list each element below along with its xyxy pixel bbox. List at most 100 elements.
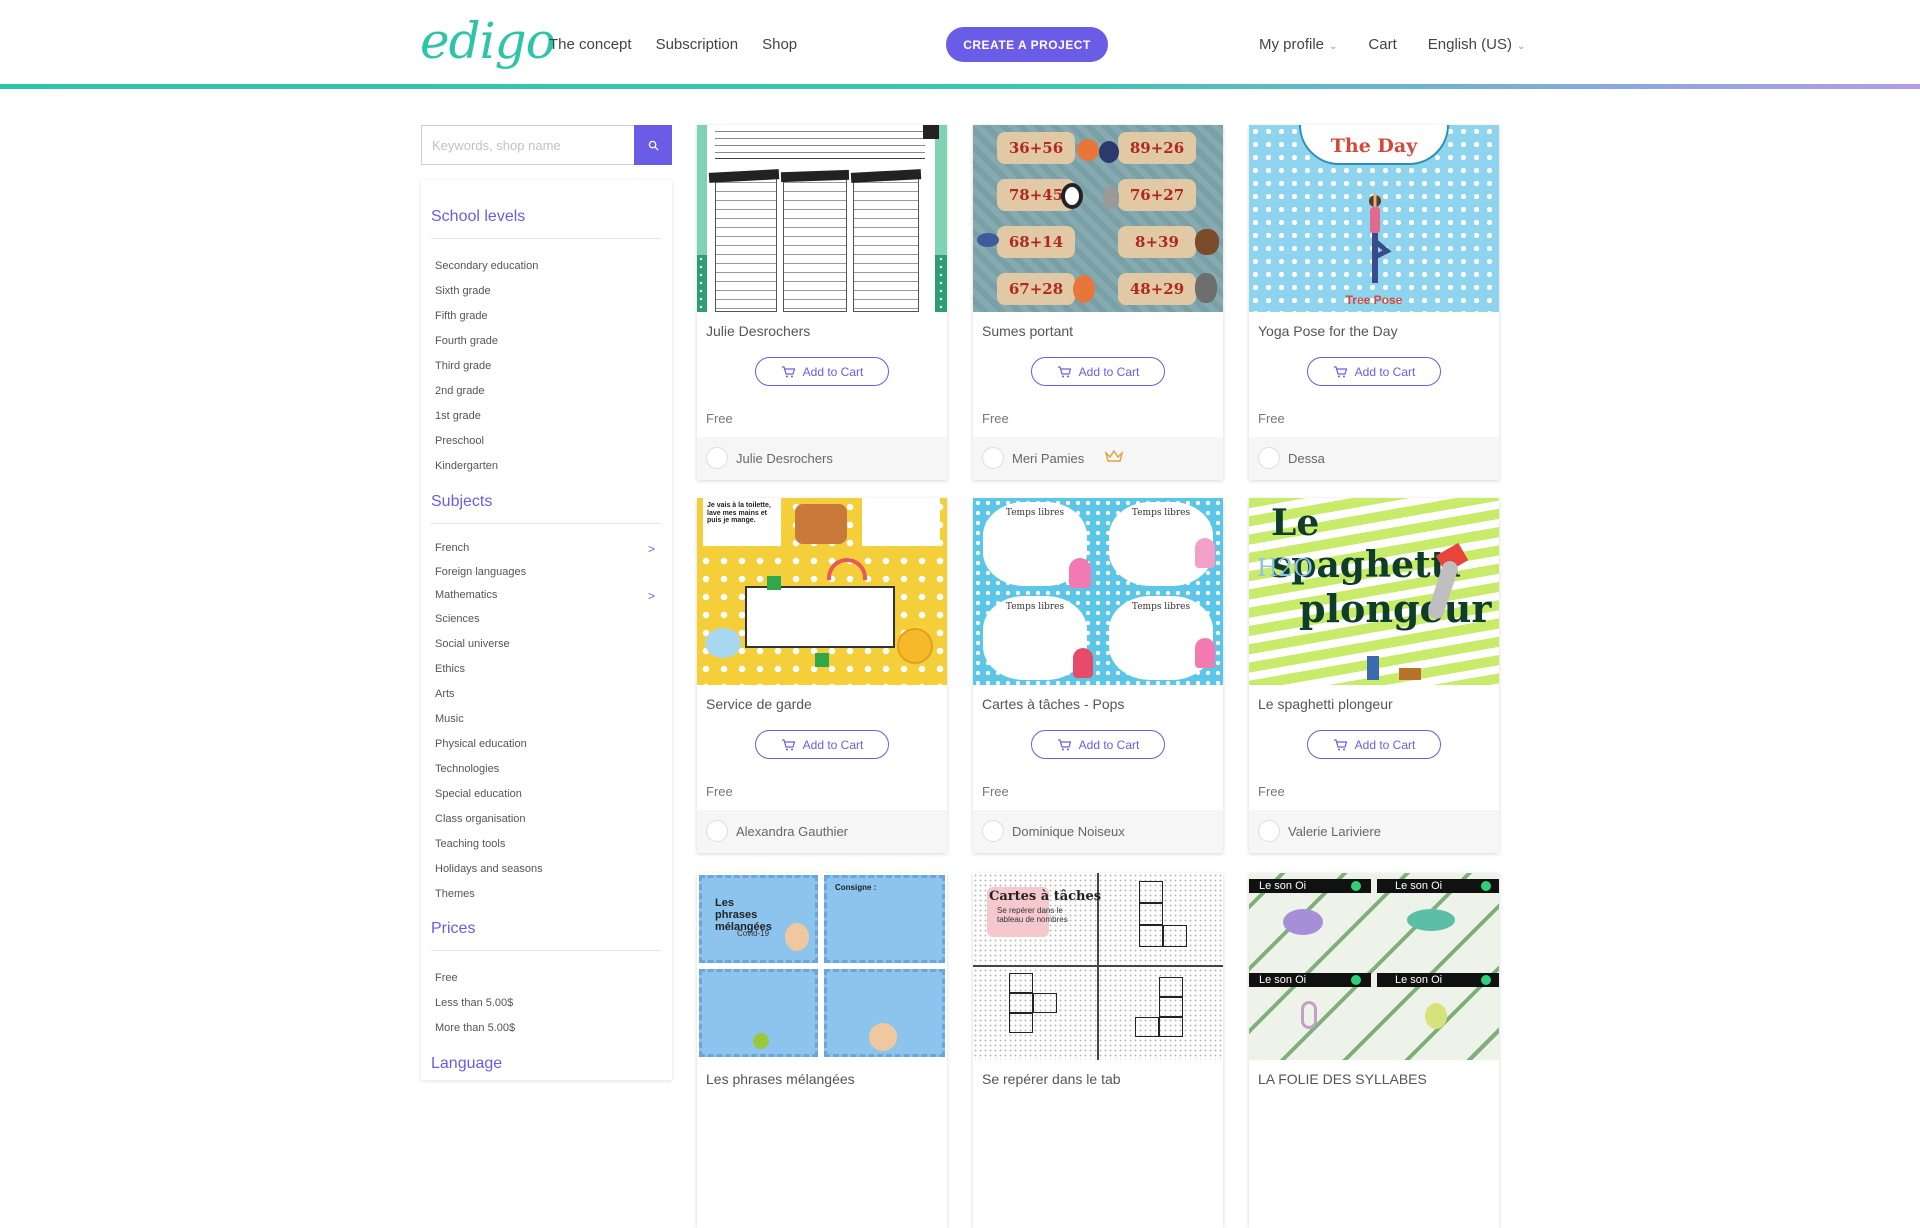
author-bar[interactable]: Meri Pamies xyxy=(973,437,1223,480)
filter-less-than-5[interactable]: Less than 5.00$ xyxy=(435,997,513,1009)
language-menu[interactable]: English (US) ⌄ xyxy=(1428,36,1526,53)
product-title[interactable]: Se repérer dans le tab xyxy=(982,1071,1121,1087)
product-title[interactable]: Les phrases mélangées xyxy=(706,1071,855,1087)
filter-sciences[interactable]: Sciences xyxy=(435,613,480,625)
product-title[interactable]: Julie Desrochers xyxy=(706,323,810,339)
add-to-cart-button[interactable]: Add to Cart xyxy=(1031,730,1165,759)
author-name[interactable]: Dessa xyxy=(1288,451,1325,466)
hedgehog-icon xyxy=(1099,141,1119,163)
filter-french[interactable]: French xyxy=(435,542,469,554)
divider xyxy=(431,523,661,524)
nav-subscription[interactable]: Subscription xyxy=(656,36,739,53)
filter-teaching-tools[interactable]: Teaching tools xyxy=(435,838,505,850)
chevron-down-icon: ⌄ xyxy=(1516,41,1526,52)
product-card[interactable]: Cartes à tâches Se repérer dans le table… xyxy=(973,873,1223,1228)
product-title[interactable]: Service de garde xyxy=(706,696,812,712)
cart-link[interactable]: Cart xyxy=(1368,36,1396,53)
filter-fourth-grade[interactable]: Fourth grade xyxy=(435,335,498,347)
math-card: 76+27 xyxy=(1118,179,1196,211)
filter-fifth-grade[interactable]: Fifth grade xyxy=(435,310,488,322)
crown-icon xyxy=(1104,449,1124,462)
phrases-title: Les phrases mélangées xyxy=(715,897,772,934)
filter-preschool[interactable]: Preschool xyxy=(435,435,484,447)
author-bar[interactable]: Valerie Lariviere xyxy=(1249,810,1499,853)
author-bar[interactable]: Dominique Noiseux xyxy=(973,810,1223,853)
filter-2nd-grade[interactable]: 2nd grade xyxy=(435,385,485,397)
phrases-consigne: Consigne : xyxy=(835,883,877,892)
product-card[interactable]: Le son Oi Le son Oi Le son Oi Le son Oi … xyxy=(1249,873,1499,1228)
filter-more-than-5[interactable]: More than 5.00$ xyxy=(435,1022,515,1034)
product-card[interactable]: Le spaghetti plongeur H2O Le spaghetti p… xyxy=(1249,498,1499,853)
product-thumbnail[interactable]: Le spaghetti plongeur H2O xyxy=(1249,498,1499,685)
product-thumbnail[interactable]: 36+56 89+26 78+45 76+27 68+14 8+39 67+28… xyxy=(973,125,1223,312)
filter-kindergarten[interactable]: Kindergarten xyxy=(435,460,498,472)
profile-menu[interactable]: My profile ⌄ xyxy=(1259,36,1337,53)
product-price: Free xyxy=(706,784,733,799)
cart-icon xyxy=(781,738,795,750)
product-thumbnail[interactable] xyxy=(697,125,947,312)
product-card[interactable]: 36+56 89+26 78+45 76+27 68+14 8+39 67+28… xyxy=(973,125,1223,480)
create-project-button[interactable]: CREATE A PROJECT xyxy=(946,27,1108,62)
filter-class-organisation[interactable]: Class organisation xyxy=(435,813,526,825)
logo[interactable]: edigo xyxy=(420,12,556,70)
author-name[interactable]: Meri Pamies xyxy=(1012,451,1084,466)
expand-french-icon[interactable]: > xyxy=(648,542,655,556)
nav-concept[interactable]: The concept xyxy=(549,36,632,53)
syllabes-label: Le son Oi xyxy=(1259,880,1307,892)
add-to-cart-button[interactable]: Add to Cart xyxy=(1031,357,1165,386)
author-name[interactable]: Julie Desrochers xyxy=(736,451,833,466)
author-bar[interactable]: Julie Desrochers xyxy=(697,437,947,480)
product-thumbnail[interactable]: Temps libres Temps libres Temps libres T… xyxy=(973,498,1223,685)
filter-foreign-languages[interactable]: Foreign languages xyxy=(435,566,526,578)
spaghetti-subtitle: plongeur xyxy=(1299,586,1492,631)
author-name[interactable]: Alexandra Gauthier xyxy=(736,824,848,839)
author-name[interactable]: Dominique Noiseux xyxy=(1012,824,1125,839)
add-to-cart-button[interactable]: Add to Cart xyxy=(1307,357,1441,386)
filter-physical-education[interactable]: Physical education xyxy=(435,738,527,750)
filter-secondary[interactable]: Secondary education xyxy=(435,260,538,272)
profile-label: My profile xyxy=(1259,36,1325,53)
search-button[interactable] xyxy=(634,125,672,165)
filter-1st-grade[interactable]: 1st grade xyxy=(435,410,481,422)
product-thumbnail[interactable]: Le son Oi Le son Oi Le son Oi Le son Oi xyxy=(1249,873,1499,1060)
product-thumbnail[interactable]: Cartes à tâches Se repérer dans le table… xyxy=(973,873,1223,1060)
child-icon xyxy=(869,1023,897,1051)
filter-third-grade[interactable]: Third grade xyxy=(435,360,491,372)
product-title[interactable]: Sumes portant xyxy=(982,323,1073,339)
filter-special-education[interactable]: Special education xyxy=(435,788,522,800)
product-thumbnail[interactable]: Je vais à la toilette, lave mes mains et… xyxy=(697,498,947,685)
search-input[interactable] xyxy=(421,125,634,165)
filter-themes[interactable]: Themes xyxy=(435,888,475,900)
product-title[interactable]: Le spaghetti plongeur xyxy=(1258,696,1393,712)
filter-technologies[interactable]: Technologies xyxy=(435,763,499,775)
product-card[interactable]: Julie Desrochers Add to Cart Free Julie … xyxy=(697,125,947,480)
add-to-cart-button[interactable]: Add to Cart xyxy=(755,357,889,386)
author-bar[interactable]: Dessa xyxy=(1249,437,1499,480)
author-bar[interactable]: Alexandra Gauthier xyxy=(697,810,947,853)
add-to-cart-button[interactable]: Add to Cart xyxy=(755,730,889,759)
product-thumbnail[interactable]: The Day Tree Pose xyxy=(1249,125,1499,312)
filter-ethics[interactable]: Ethics xyxy=(435,663,465,675)
product-title[interactable]: LA FOLIE DES SYLLABES xyxy=(1258,1071,1427,1087)
filter-holidays[interactable]: Holidays and seasons xyxy=(435,863,543,875)
expand-mathematics-icon[interactable]: > xyxy=(648,589,655,603)
product-title[interactable]: Yoga Pose for the Day xyxy=(1258,323,1398,339)
filter-social-universe[interactable]: Social universe xyxy=(435,638,510,650)
product-card[interactable]: Je vais à la toilette, lave mes mains et… xyxy=(697,498,947,853)
header-right: My profile ⌄ Cart English (US) ⌄ xyxy=(1259,36,1525,53)
add-to-cart-label: Add to Cart xyxy=(1354,737,1416,752)
filter-arts[interactable]: Arts xyxy=(435,688,455,700)
product-card[interactable]: Temps libres Temps libres Temps libres T… xyxy=(973,498,1223,853)
product-card[interactable]: The Day Tree Pose Yoga Pose for the Day … xyxy=(1249,125,1499,480)
product-title[interactable]: Cartes à tâches - Pops xyxy=(982,696,1124,712)
filter-music[interactable]: Music xyxy=(435,713,464,725)
nav-shop[interactable]: Shop xyxy=(762,36,797,53)
popsicle-icon xyxy=(1195,638,1215,668)
product-card[interactable]: Les phrases mélangées Covid-19 Consigne … xyxy=(697,873,947,1228)
filter-mathematics[interactable]: Mathematics xyxy=(435,589,497,601)
add-to-cart-button[interactable]: Add to Cart xyxy=(1307,730,1441,759)
author-name[interactable]: Valerie Lariviere xyxy=(1288,824,1381,839)
filter-sixth-grade[interactable]: Sixth grade xyxy=(435,285,491,297)
product-thumbnail[interactable]: Les phrases mélangées Covid-19 Consigne … xyxy=(697,873,947,1060)
filter-free[interactable]: Free xyxy=(435,972,458,984)
